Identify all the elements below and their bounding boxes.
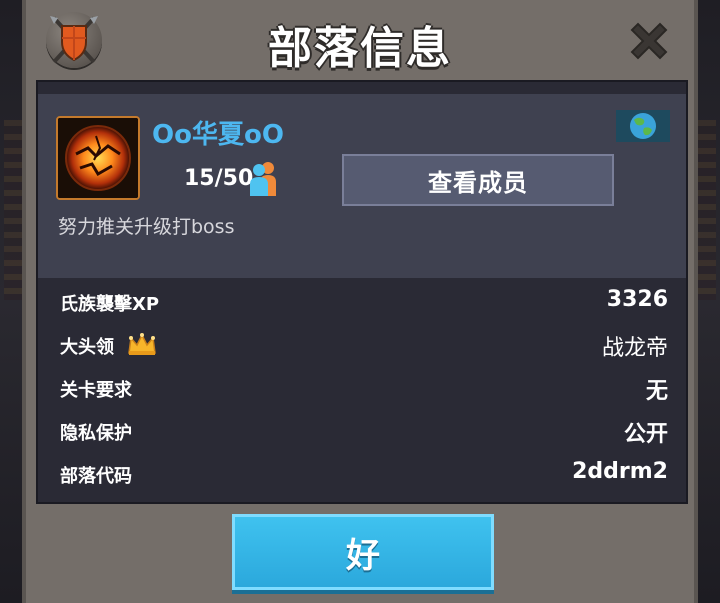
info-value: 2ddrm2	[572, 459, 668, 484]
info-row-raid-xp: 氏族襲擊XP 3326	[38, 282, 686, 322]
info-label: 氏族襲擊XP	[60, 294, 160, 315]
ok-button[interactable]: 好	[232, 514, 494, 590]
info-row-level-requirement: 关卡要求 无	[38, 368, 686, 408]
clan-stats-table: 氏族襲擊XP 3326 大头领 战龙帝 关卡要求 无 隐私保护 公开 部落代码 …	[38, 278, 686, 502]
members-icon	[246, 160, 282, 198]
dialog-title: 部落信息	[268, 23, 452, 74]
clan-avatar	[56, 116, 140, 200]
info-value: 公开	[623, 422, 668, 447]
clan-name: Oo华夏oO	[152, 120, 284, 150]
clan-info-panel: Oo华夏oO 15/50 查看成员 努力推关升级打boss 氏族襲擊XP 332…	[36, 80, 688, 504]
info-label: 关卡要求	[60, 380, 132, 401]
info-label: 部落代码	[60, 466, 132, 487]
info-label: 大头领	[60, 337, 114, 358]
info-row-privacy: 隐私保护 公开	[38, 411, 686, 451]
info-value: 无	[645, 379, 668, 404]
info-row-leader: 大头领 战龙帝	[38, 325, 686, 365]
close-icon	[630, 22, 668, 60]
clan-info-dialog: 部落信息 Oo华夏oO 15/50 查看成员 努力推关升级打boss 氏族襲擊X…	[22, 0, 698, 603]
member-count: 15/50	[184, 166, 254, 191]
dialog-header: 部落信息	[26, 0, 694, 80]
view-members-button[interactable]: 查看成员	[342, 154, 614, 206]
info-value: 3326	[606, 287, 668, 312]
clan-description: 努力推关升级打boss	[58, 216, 235, 238]
clan-summary: Oo华夏oO 15/50 查看成员 努力推关升级打boss	[38, 82, 686, 278]
info-label: 隐私保护	[60, 423, 132, 444]
globe-flag-icon	[616, 110, 670, 142]
close-button[interactable]	[626, 18, 672, 64]
crown-icon	[126, 331, 158, 357]
lava-orb-icon	[58, 118, 138, 198]
info-value: 战龙帝	[601, 336, 668, 361]
info-row-clan-code: 部落代码 2ddrm2	[38, 454, 686, 494]
